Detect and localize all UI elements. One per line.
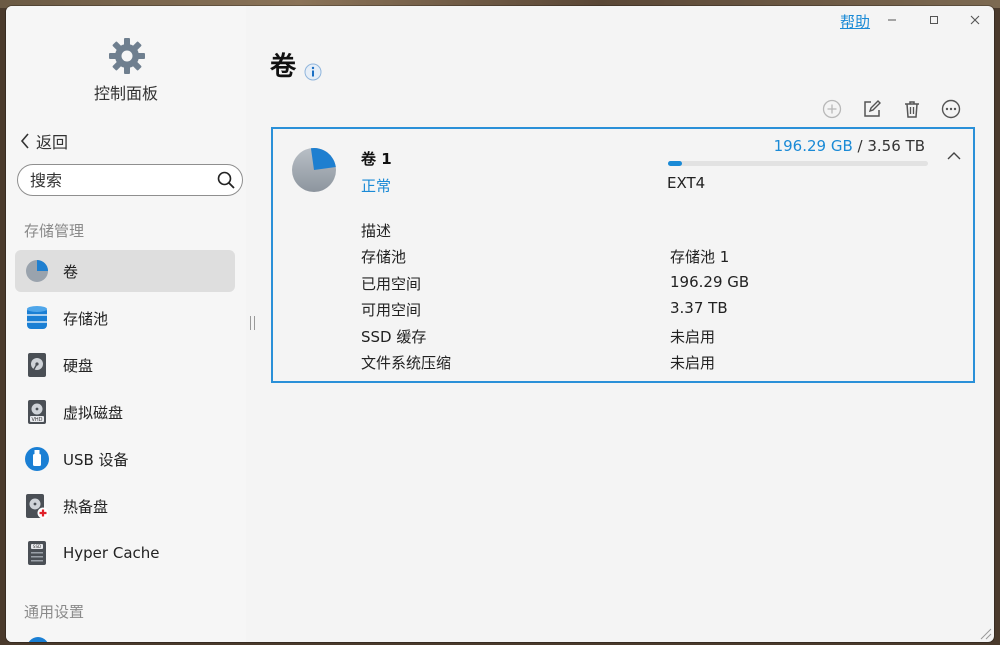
capacity-separator: / [857, 137, 863, 155]
detail-value: 未启用 [670, 328, 716, 346]
detail-row-free-space: 可用空间 3.37 TB [361, 299, 921, 323]
sidebar-item-usb-device[interactable]: USB 设备 [15, 438, 235, 480]
detail-value: 未启用 [670, 354, 716, 372]
usage-progress-bar [668, 161, 928, 166]
sidebar-resize-handle[interactable] [250, 316, 255, 330]
volume-pie-icon [24, 258, 50, 284]
delete-icon [905, 101, 919, 118]
page-title: 卷 [270, 52, 297, 82]
usage-progress-fill [668, 161, 683, 166]
detail-label: 已用空间 [361, 275, 422, 293]
detail-row-compression: 文件系统压缩 未启用 [361, 352, 921, 376]
window-resize-grip[interactable] [978, 626, 992, 640]
sidebar-item-label: 卷 [63, 262, 79, 281]
add-volume-button[interactable] [821, 98, 843, 120]
back-label: 返回 [36, 133, 69, 152]
detail-label: 存储池 [361, 248, 407, 266]
virtual-disk-icon: VHD [24, 399, 50, 425]
detail-value: 存储池 1 [670, 248, 730, 266]
sidebar-item-hyper-cache[interactable]: SSD Hyper Cache [15, 532, 235, 574]
storage-pool-icon [24, 305, 50, 331]
edit-volume-button[interactable] [861, 98, 883, 120]
chevron-left-icon [20, 133, 29, 149]
app-title: 控制面板 [93, 84, 158, 103]
sidebar-item-label: Hyper Cache [63, 544, 160, 562]
sidebar-item-label: 存储池 [63, 309, 109, 328]
volume-name: 卷 1 [361, 150, 392, 168]
more-icon [941, 99, 961, 119]
filesystem-type: EXT4 [667, 174, 706, 192]
volume-status: 正常 [361, 177, 392, 195]
usb-device-icon [24, 446, 50, 472]
info-icon[interactable] [304, 63, 322, 81]
search-box[interactable] [17, 164, 243, 196]
sidebar: 控制面板 返回 存储管理 卷 存储池 [6, 6, 246, 642]
detail-label: 文件系统压缩 [361, 354, 452, 372]
search-icon[interactable] [217, 171, 235, 189]
detail-label: 可用空间 [361, 301, 422, 319]
sidebar-item-label: 硬盘 [63, 356, 94, 375]
detail-row-used-space: 已用空间 196.29 GB [361, 273, 921, 297]
detail-label: SSD 缓存 [361, 328, 427, 346]
hyper-cache-icon: SSD [24, 540, 50, 566]
volume-card[interactable]: 卷 1 正常 196.29 GB / 3.56 TB EXT4 描述 存储池 存… [271, 127, 975, 383]
add-icon [822, 99, 842, 119]
detail-row-ssd-cache: SSD 缓存 未启用 [361, 326, 921, 350]
sidebar-item-label: 热备盘 [63, 497, 109, 516]
more-actions-button[interactable] [940, 98, 962, 120]
sidebar-item-virtual-disk[interactable]: VHD 虚拟磁盘 [15, 391, 235, 433]
maximize-button[interactable] [923, 10, 945, 30]
svg-text:VHD: VHD [31, 417, 42, 423]
detail-row-storage-pool: 存储池 存储池 1 [361, 246, 921, 270]
hot-spare-disk-icon [24, 493, 50, 519]
section-label-general: 通用设置 [24, 603, 85, 621]
hard-disk-icon [24, 352, 50, 378]
maximize-icon [930, 16, 938, 24]
detail-row-description: 描述 [361, 220, 921, 244]
sidebar-item-storage-pool[interactable]: 存储池 [15, 297, 235, 339]
chevron-up-icon[interactable] [947, 151, 961, 161]
back-button[interactable]: 返回 [20, 130, 68, 152]
sidebar-item-hard-disk[interactable]: 硬盘 [15, 344, 235, 386]
minimize-button[interactable] [881, 10, 903, 30]
used-capacity: 196.29 GB [773, 137, 853, 155]
volume-usage-text: 196.29 GB / 3.56 TB [774, 137, 925, 155]
volume-usage-pie-icon [292, 148, 336, 192]
sidebar-item-label: 虚拟磁盘 [63, 403, 124, 422]
edit-icon [864, 100, 881, 117]
section-label-storage: 存储管理 [24, 222, 85, 240]
gear-icon [109, 38, 145, 74]
delete-volume-button[interactable] [901, 98, 923, 120]
sidebar-item-label: USB 设备 [63, 450, 129, 469]
close-button[interactable] [964, 10, 986, 30]
control-panel-window: 控制面板 返回 存储管理 卷 存储池 [6, 6, 994, 642]
help-link[interactable]: 帮助 [840, 11, 870, 32]
detail-value: 3.37 TB [670, 299, 728, 317]
minimize-icon [888, 19, 896, 21]
sidebar-item-volume[interactable]: 卷 [15, 250, 235, 292]
svg-text:SSD: SSD [33, 544, 41, 549]
general-settings-icon [28, 637, 48, 642]
total-capacity: 3.56 TB [867, 137, 925, 155]
detail-value: 196.29 GB [670, 273, 750, 291]
sidebar-item-hot-spare[interactable]: 热备盘 [15, 485, 235, 527]
search-input[interactable] [28, 169, 212, 191]
detail-label: 描述 [361, 222, 392, 240]
close-icon [970, 15, 980, 25]
